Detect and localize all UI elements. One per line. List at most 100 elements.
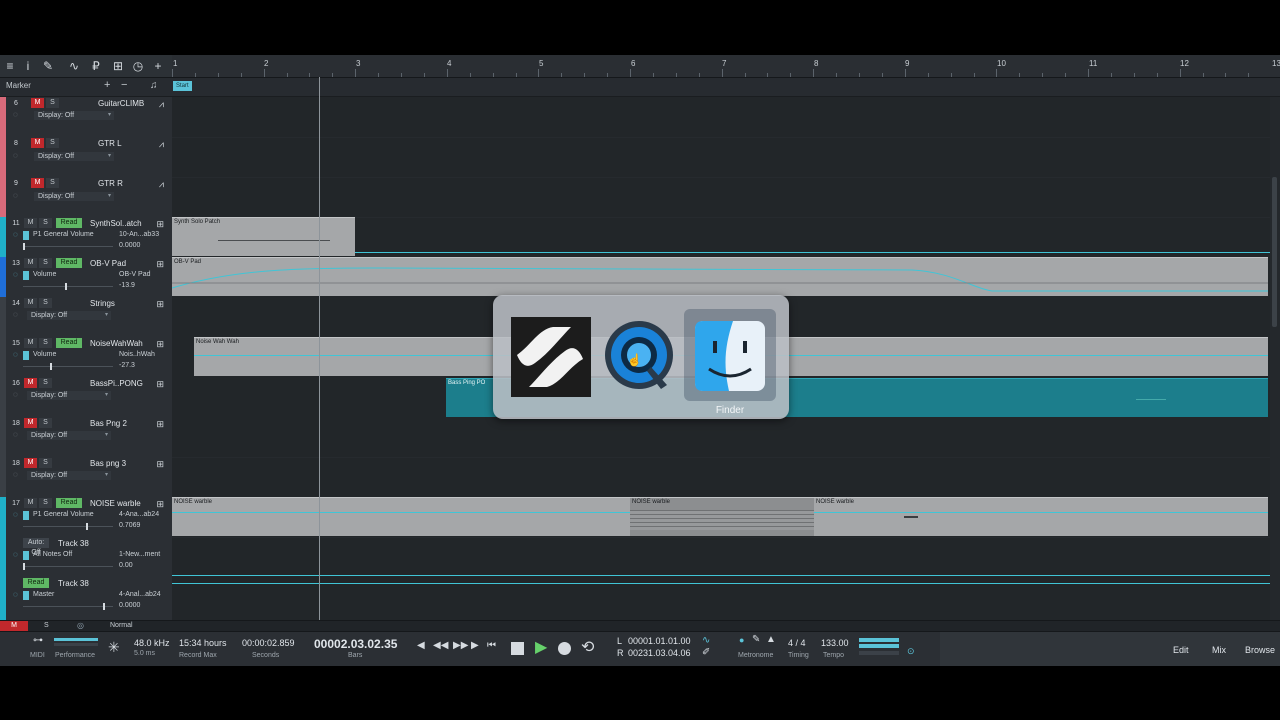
curve-icon[interactable]: ∿ — [66, 58, 82, 74]
power-icon[interactable]: ◌ — [13, 470, 18, 479]
automation-display-select[interactable]: Display: Off — [34, 192, 114, 201]
add-icon[interactable]: + — [150, 58, 166, 74]
midi-icon[interactable]: ⊶ — [33, 635, 43, 646]
metronome-dot-icon[interactable]: ● — [739, 635, 744, 645]
parameter-fader[interactable] — [23, 563, 113, 570]
metronome-settings-icon[interactable]: ✎ — [752, 634, 760, 645]
track-name[interactable]: Strings — [90, 299, 115, 308]
solo-button[interactable]: S — [46, 98, 59, 108]
automation-parameter[interactable]: All Notes Off — [33, 551, 72, 558]
power-icon[interactable]: ◌ — [13, 550, 18, 559]
mix-view-button[interactable]: Mix — [1212, 645, 1226, 655]
track-row[interactable]: 17 M S Read NOISE warble ⊞ ◌ P1 General … — [0, 497, 172, 538]
pen-icon[interactable]: ₽ — [88, 58, 104, 74]
track-row[interactable]: 13 M S Read OB-V Pad ⊞ ◌ Volume OB-V Pad… — [0, 257, 172, 298]
automation-display-select[interactable]: Display: Off — [27, 471, 111, 480]
output-toggle-icon[interactable]: ⊙ — [907, 646, 915, 657]
record-button[interactable] — [558, 642, 571, 655]
audio-clip[interactable]: NOISE warble — [630, 497, 814, 536]
previous-marker-icon[interactable]: ◀ — [417, 640, 425, 651]
track-row[interactable]: Read Track 38 ◌ Master 4-Anal...ab24 0.0… — [0, 577, 172, 621]
automation-display-select[interactable]: Display: Off — [27, 431, 111, 440]
mute-button[interactable]: M — [24, 338, 37, 348]
parameter-fader[interactable] — [23, 523, 113, 530]
track-name[interactable]: SynthSol..atch — [90, 219, 142, 228]
automation-parameter[interactable]: Master — [33, 591, 54, 598]
info-icon[interactable]: i — [20, 58, 36, 74]
track-row[interactable]: 6 M S GuitarCLIMB ⩘ ◌ Display: Off — [0, 97, 172, 138]
remove-marker-button[interactable]: − — [121, 79, 127, 91]
fast-forward-icon[interactable]: ▶▶ — [453, 640, 468, 651]
automation-line[interactable] — [355, 252, 1270, 253]
power-icon[interactable]: ◌ — [13, 430, 18, 439]
automation-parameter[interactable]: P1 General Volume — [33, 231, 94, 238]
precount-icon[interactable]: ✐ — [702, 647, 710, 658]
rewind-icon[interactable]: ◀◀ — [433, 640, 448, 651]
track-row[interactable]: 9 M S GTR R ⩘ ◌ Display: Off — [0, 177, 172, 218]
global-mute-button[interactable]: M — [0, 621, 28, 631]
menu-icon[interactable]: ≡ — [2, 58, 18, 74]
track-name[interactable]: OB-V Pad — [90, 259, 126, 268]
mute-button[interactable]: M — [24, 418, 37, 428]
seconds-display[interactable]: 00:00:02.859 — [242, 638, 295, 648]
audio-clip[interactable]: OB-V Pad — [172, 257, 1268, 296]
track-name[interactable]: Track 38 — [58, 579, 89, 588]
track-row[interactable]: 11 M S Read SynthSol..atch ⊞ ◌ P1 Genera… — [0, 217, 172, 258]
track-name[interactable]: Track 38 — [58, 539, 89, 548]
playhead[interactable] — [319, 77, 320, 620]
mute-button[interactable]: M — [24, 498, 37, 508]
solo-button[interactable]: S — [39, 298, 52, 308]
automation-read-button[interactable]: Read — [56, 338, 82, 348]
track-row[interactable]: 14 M S Strings ⊞ ◌ Display: Off — [0, 297, 172, 338]
track-row[interactable]: 16 M S BassPi..PONG ⊞ ◌ Display: Off — [0, 377, 172, 418]
automation-line[interactable] — [172, 575, 1270, 576]
solo-button[interactable]: S — [46, 138, 59, 148]
automation-display-select[interactable]: Display: Off — [34, 152, 114, 161]
parameter-fader[interactable] — [23, 603, 113, 610]
mute-button[interactable]: M — [31, 98, 44, 108]
track-row[interactable]: Auto: Off Track 38 ◌ All Notes Off 1-New… — [0, 537, 172, 578]
monitor-icon[interactable]: ◎ — [77, 621, 84, 631]
metronome-icon[interactable]: ▲ — [766, 634, 776, 645]
mute-button[interactable]: M — [31, 138, 44, 148]
automation-read-button[interactable]: Read — [56, 498, 82, 508]
play-button[interactable]: ▶ — [535, 637, 547, 657]
power-icon[interactable]: ◌ — [13, 310, 18, 319]
automation-parameter[interactable]: Volume — [33, 351, 56, 358]
bars-display[interactable]: 00002.03.02.35 — [314, 637, 397, 651]
automation-line[interactable] — [172, 583, 1270, 584]
track-row[interactable]: 15 M S Read NoiseWahWah ⊞ ◌ Volume Nois.… — [0, 337, 172, 378]
scroll-thumb[interactable] — [1272, 177, 1277, 327]
clock-icon[interactable]: ◷ — [130, 58, 146, 74]
parameter-fader[interactable] — [23, 243, 113, 250]
mute-button[interactable]: M — [24, 218, 37, 228]
mute-button[interactable]: M — [24, 458, 37, 468]
studio-one-app-icon[interactable] — [509, 315, 591, 399]
next-marker-icon[interactable]: ▶ — [471, 640, 479, 651]
edit-view-button[interactable]: Edit — [1173, 645, 1189, 655]
mute-button[interactable]: M — [24, 258, 37, 268]
start-marker[interactable]: Start — [173, 81, 192, 91]
power-icon[interactable]: ◌ — [13, 191, 18, 200]
wrench-icon[interactable]: ✎ — [40, 58, 56, 74]
automation-read-button[interactable]: Read — [56, 218, 82, 228]
browse-view-button[interactable]: Browse — [1245, 645, 1275, 655]
power-icon[interactable]: ◌ — [13, 270, 18, 279]
power-icon[interactable]: ◌ — [13, 510, 18, 519]
solo-button[interactable]: S — [39, 418, 52, 428]
automation-display-select[interactable]: Display: Off — [34, 111, 114, 120]
stop-button[interactable] — [511, 642, 524, 655]
parameter-fader[interactable] — [23, 283, 113, 290]
return-to-zero-icon[interactable]: ⏮ — [487, 640, 496, 651]
power-icon[interactable]: ◌ — [13, 110, 18, 119]
automation-display-select[interactable]: Display: Off — [27, 391, 111, 400]
mute-button[interactable]: M — [24, 378, 37, 388]
loop-left-position[interactable]: 00001.01.01.00 — [628, 636, 691, 646]
global-solo-button[interactable]: S — [44, 621, 49, 631]
solo-button[interactable]: S — [39, 218, 52, 228]
solo-button[interactable]: S — [46, 178, 59, 188]
vertical-scrollbar[interactable] — [1270, 97, 1280, 620]
automation-mode-button[interactable]: Auto: Off — [23, 538, 49, 556]
power-icon[interactable]: ◌ — [13, 390, 18, 399]
track-name[interactable]: BassPi..PONG — [90, 379, 143, 388]
